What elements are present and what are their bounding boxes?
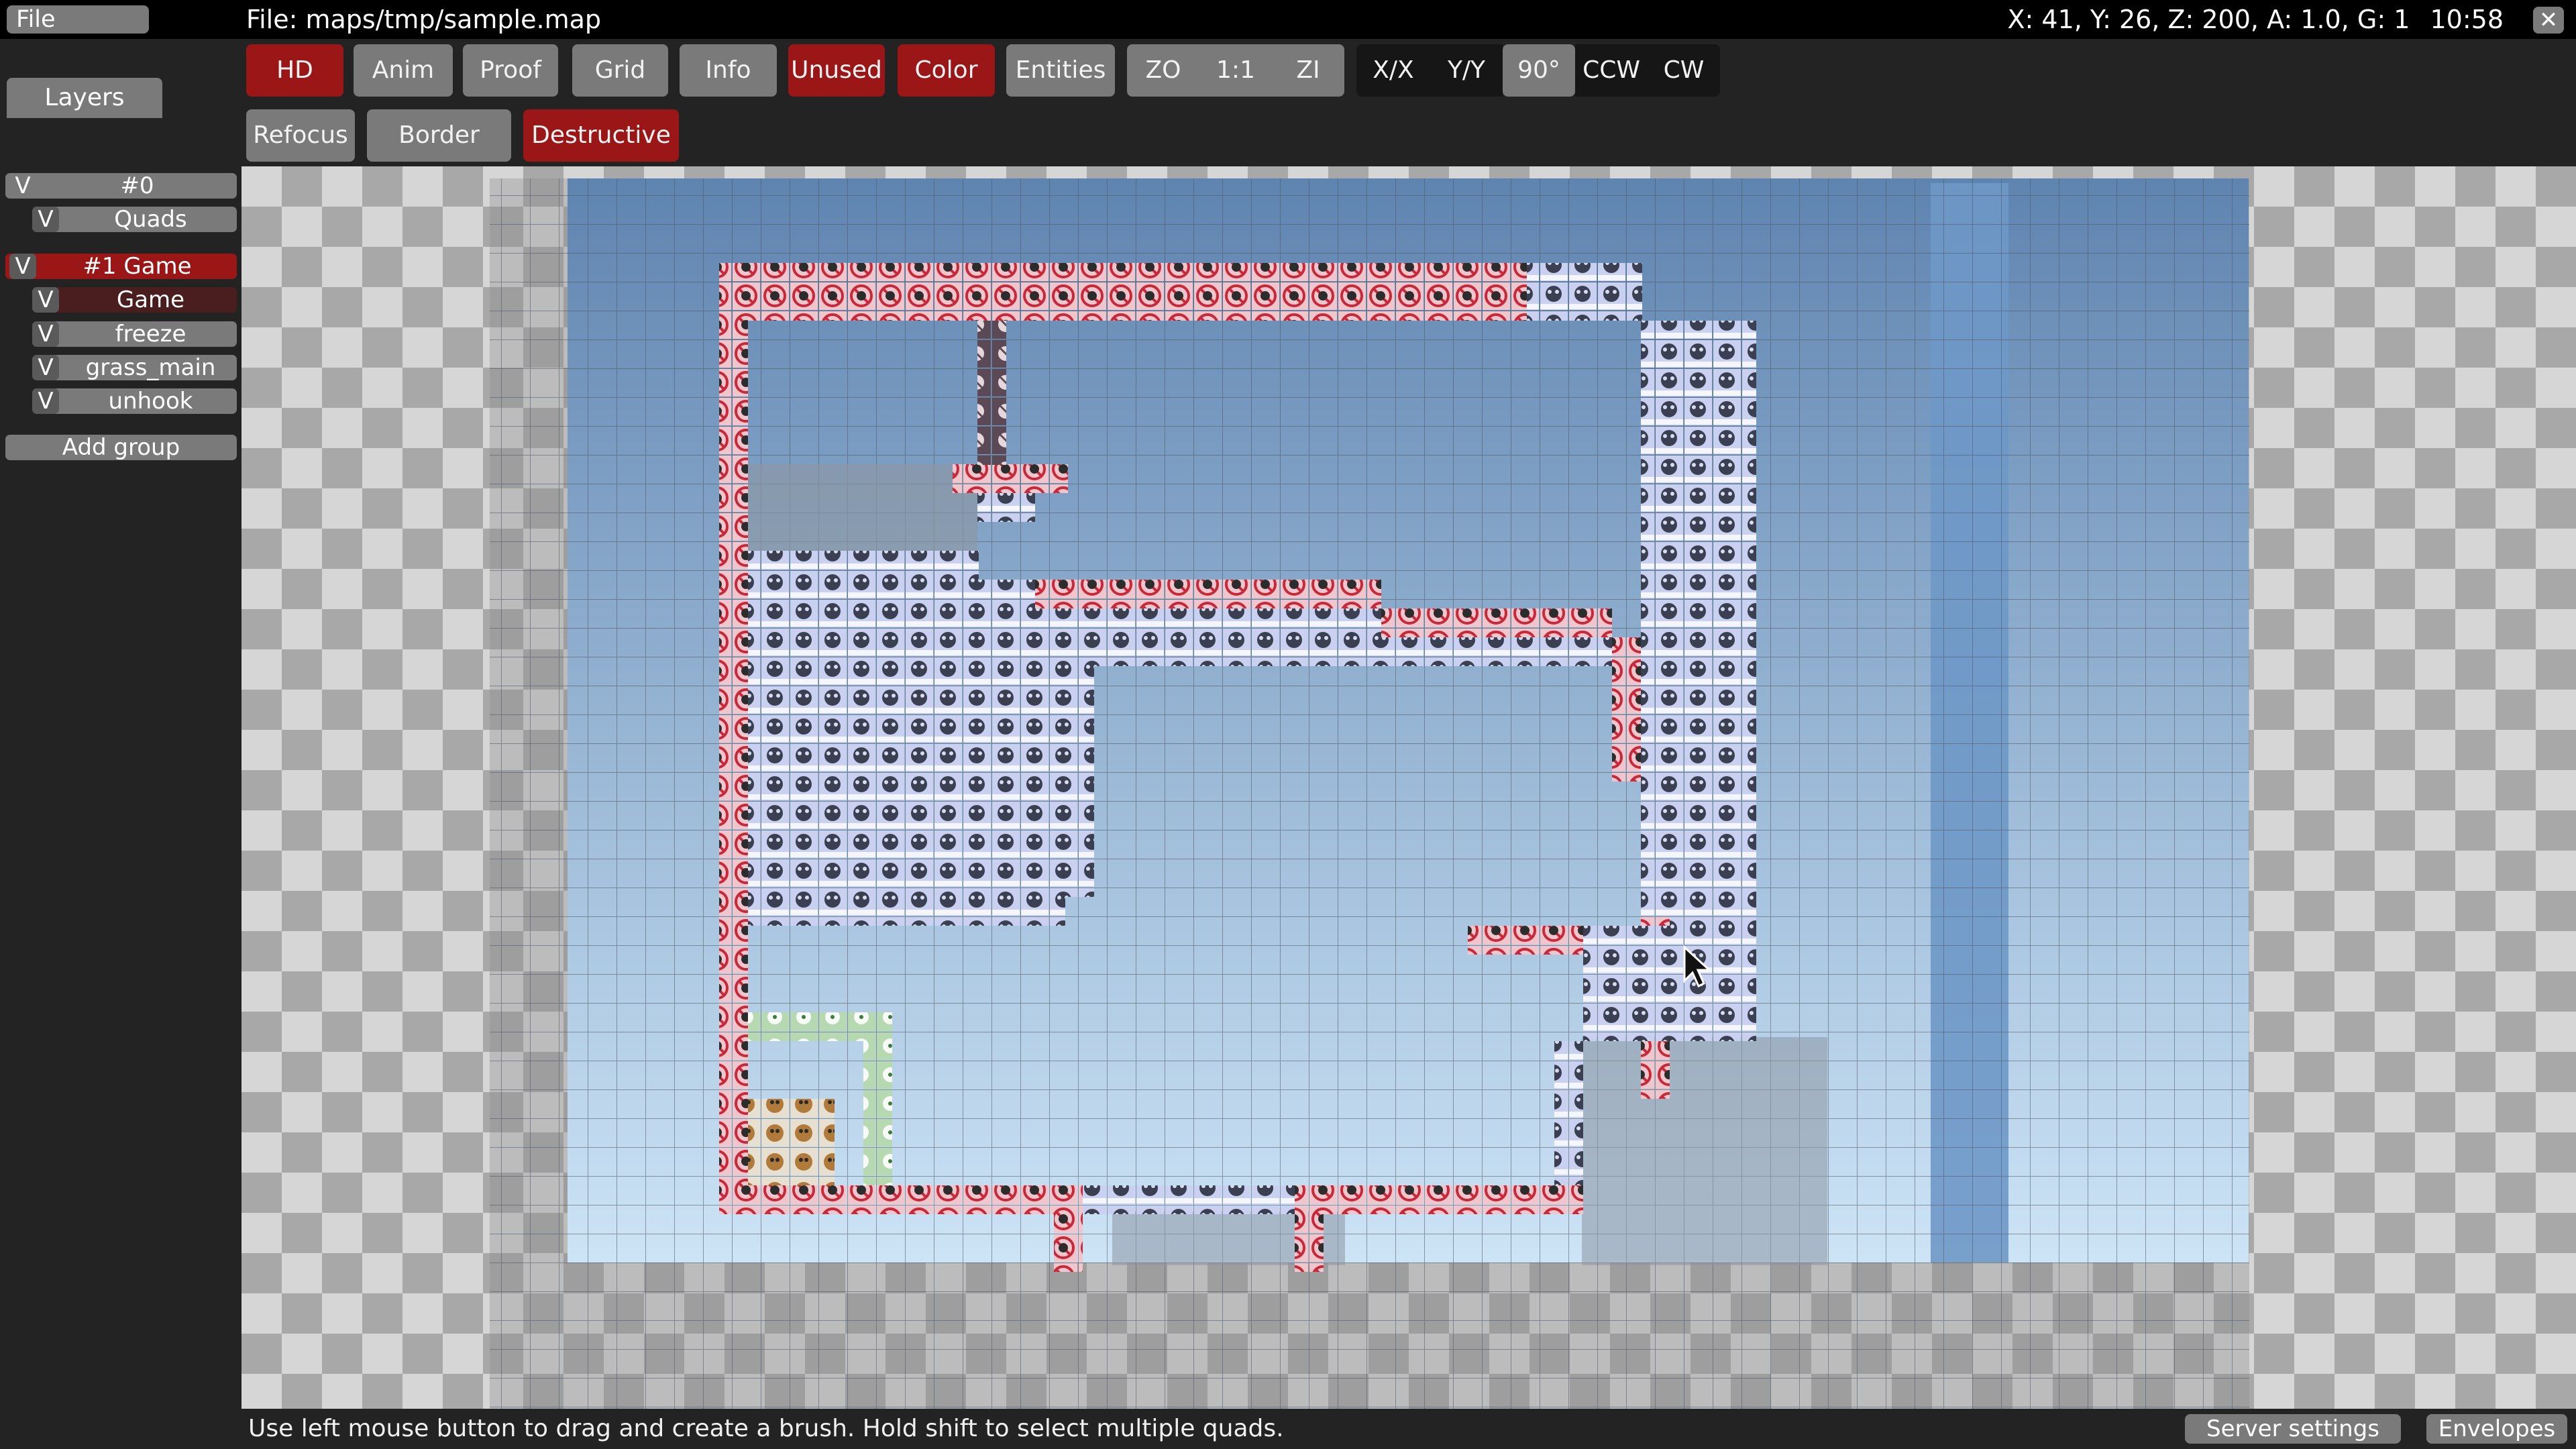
visibility-toggle[interactable]: V xyxy=(32,207,59,232)
solid-block xyxy=(1582,1037,1827,1265)
map-view xyxy=(490,178,2249,1409)
color-button[interactable]: Color xyxy=(898,44,995,97)
file-path-title: File: maps/tmp/sample.map xyxy=(246,5,601,34)
visibility-toggle[interactable]: V xyxy=(32,355,59,380)
layer-label: grass_main xyxy=(85,354,216,381)
layers-sidebar xyxy=(0,39,241,1449)
flip-y-button[interactable]: Y/Y xyxy=(1430,44,1503,97)
status-bar: Use left mouse button to drag and create… xyxy=(241,1409,2576,1449)
spawn-tiles xyxy=(748,1099,835,1185)
hd-button[interactable]: HD xyxy=(246,44,343,97)
layer-freeze[interactable]: V freeze xyxy=(32,321,237,347)
file-menu-button[interactable]: File xyxy=(7,5,149,34)
destructive-button[interactable]: Destructive xyxy=(523,109,679,162)
anim-button[interactable]: Anim xyxy=(354,44,453,97)
close-icon[interactable]: ✕ xyxy=(2533,7,2564,34)
border-button[interactable]: Border xyxy=(367,109,511,162)
layer-game[interactable]: V Game xyxy=(32,287,237,313)
entities-button[interactable]: Entities xyxy=(1006,44,1115,97)
map-canvas[interactable] xyxy=(241,166,2576,1409)
flip-x-button[interactable]: X/X xyxy=(1356,44,1430,97)
visibility-toggle[interactable]: V xyxy=(9,254,36,279)
title-bar: File File: maps/tmp/sample.map X: 41, Y:… xyxy=(0,0,2576,39)
group-0[interactable]: V #0 xyxy=(5,173,237,199)
unused-button[interactable]: Unused xyxy=(788,44,885,97)
info-button[interactable]: Info xyxy=(680,44,777,97)
layer-quads[interactable]: V Quads xyxy=(32,207,237,232)
visibility-toggle[interactable]: V xyxy=(32,321,59,347)
group-label: #0 xyxy=(120,172,154,199)
hint-text: Use left mouse button to drag and create… xyxy=(248,1415,1284,1442)
solid-block xyxy=(744,464,977,551)
cursor-coordinates: X: 41, Y: 26, Z: 200, A: 1.0, G: 1 xyxy=(2007,5,2410,34)
clock: 10:58 xyxy=(2430,5,2504,34)
rotate-cw-button[interactable]: CW xyxy=(1648,44,1720,97)
zoom-reset-button[interactable]: 1:1 xyxy=(1199,44,1272,97)
layer-grass-main[interactable]: V grass_main xyxy=(32,355,237,380)
status-readout: X: 41, Y: 26, Z: 200, A: 1.0, G: 1 10:58 xyxy=(2007,5,2504,34)
add-group-button[interactable]: Add group xyxy=(5,435,237,460)
refocus-button[interactable]: Refocus xyxy=(246,109,355,162)
layer-unhook[interactable]: V unhook xyxy=(32,388,237,414)
visibility-toggle[interactable]: V xyxy=(32,388,59,414)
rotate-ccw-button[interactable]: CCW xyxy=(1575,44,1648,97)
unhook-tiles xyxy=(977,321,1006,465)
grid-button[interactable]: Grid xyxy=(572,44,668,97)
visibility-toggle[interactable]: V xyxy=(9,173,36,199)
proof-button[interactable]: Proof xyxy=(463,44,558,97)
server-settings-button[interactable]: Server settings xyxy=(2185,1414,2401,1444)
visibility-toggle[interactable]: V xyxy=(32,287,59,313)
zoom-in-button[interactable]: ZI xyxy=(1272,44,1344,97)
envelopes-button[interactable]: Envelopes xyxy=(2426,1414,2567,1444)
rotate-90-button[interactable]: 90° xyxy=(1503,44,1575,97)
group-label: #1 Game xyxy=(83,253,192,280)
layer-label: unhook xyxy=(108,388,193,415)
group-1-game[interactable]: V #1 Game xyxy=(5,254,237,279)
layer-label: Game xyxy=(116,286,185,313)
zoom-out-button[interactable]: ZO xyxy=(1127,44,1199,97)
layer-label: Quads xyxy=(114,206,187,233)
layer-label: freeze xyxy=(115,321,186,347)
layers-tab[interactable]: Layers xyxy=(7,78,162,118)
